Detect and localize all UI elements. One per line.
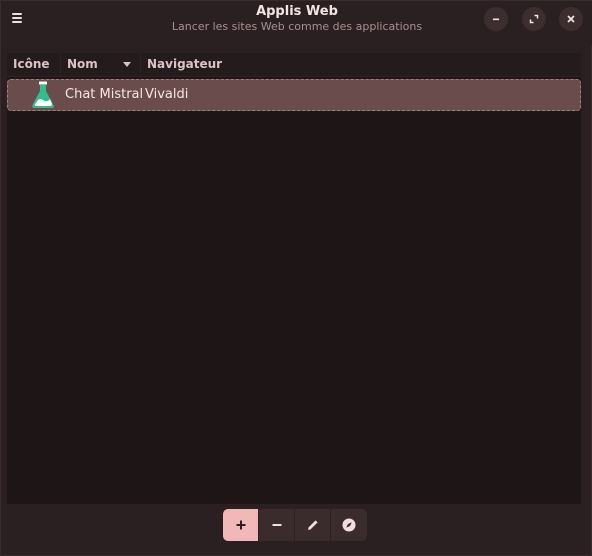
column-header-name[interactable]: Nom [61,53,141,76]
header-bar: Applis Web Lancer les sites Web comme de… [1,1,592,45]
maximize-button[interactable] [522,7,546,31]
sort-descending-icon [123,62,131,67]
plus-icon [236,520,245,530]
app-icon-cell [28,80,58,110]
minimize-button[interactable] [484,7,508,31]
app-window: Applis Web Lancer les sites Web comme de… [0,0,592,556]
bottom-toolbar [223,509,367,541]
app-browser: Vivaldi [145,87,189,102]
column-header-name-label: Nom [67,57,98,71]
flask-icon [32,81,54,108]
close-icon [567,15,575,23]
table-row[interactable]: Chat Mistral Vivaldi [7,79,581,111]
compass-icon [342,518,356,532]
column-header-icon[interactable]: Icône [7,53,61,76]
edit-button[interactable] [295,509,331,541]
pencil-icon [307,520,318,530]
close-button[interactable] [559,7,583,31]
add-button[interactable] [223,509,259,541]
column-header-browser[interactable]: Navigateur [141,53,581,76]
remove-button[interactable] [259,509,295,541]
app-name: Chat Mistral [65,87,144,102]
minimize-icon [493,18,499,21]
table-header: Icône Nom Navigateur [7,53,581,77]
minus-icon [272,524,281,526]
maximize-icon [529,14,539,24]
launch-button[interactable] [331,509,367,541]
web-apps-list[interactable]: Icône Nom Navigateur Chat Mistral Vivald… [7,53,581,504]
